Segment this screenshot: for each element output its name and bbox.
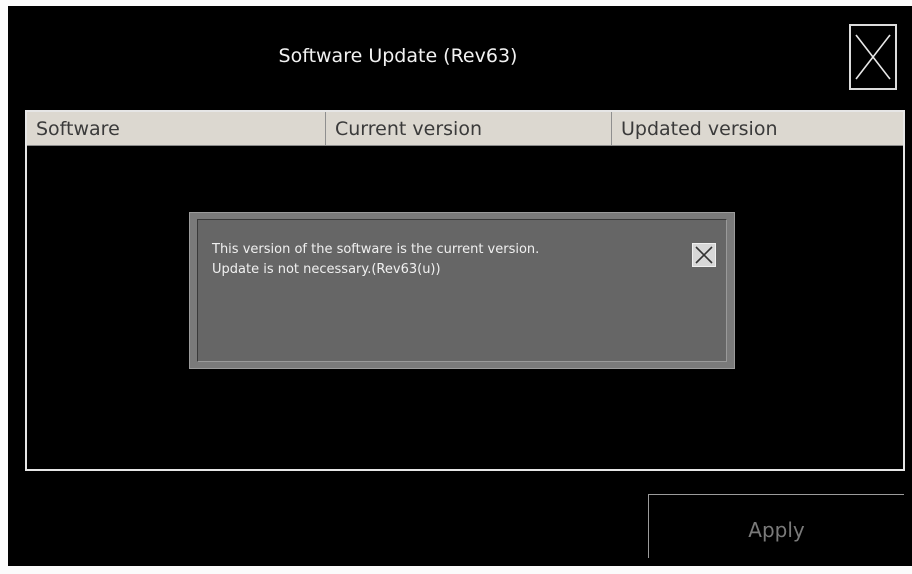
dialog-body: This version of the software is the curr… — [197, 219, 727, 362]
dialog-message-line-1: This version of the software is the curr… — [212, 242, 540, 257]
close-button[interactable] — [849, 24, 897, 90]
column-header-updated-version[interactable]: Updated version — [612, 112, 903, 145]
column-header-current-version[interactable]: Current version — [326, 112, 612, 145]
dialog-message-line-2: Update is not necessary.(Rev63(u)) — [212, 262, 441, 277]
message-dialog: This version of the software is the curr… — [189, 212, 735, 369]
table-header: Software Current version Updated version — [27, 112, 903, 146]
close-icon — [695, 246, 713, 264]
page-title: Software Update (Rev63) — [278, 45, 518, 67]
dialog-message: This version of the software is the curr… — [212, 240, 682, 280]
apply-button[interactable]: Apply — [648, 494, 904, 558]
dialog-close-button[interactable] — [692, 243, 716, 267]
close-icon — [855, 34, 891, 80]
column-header-software[interactable]: Software — [27, 112, 326, 145]
